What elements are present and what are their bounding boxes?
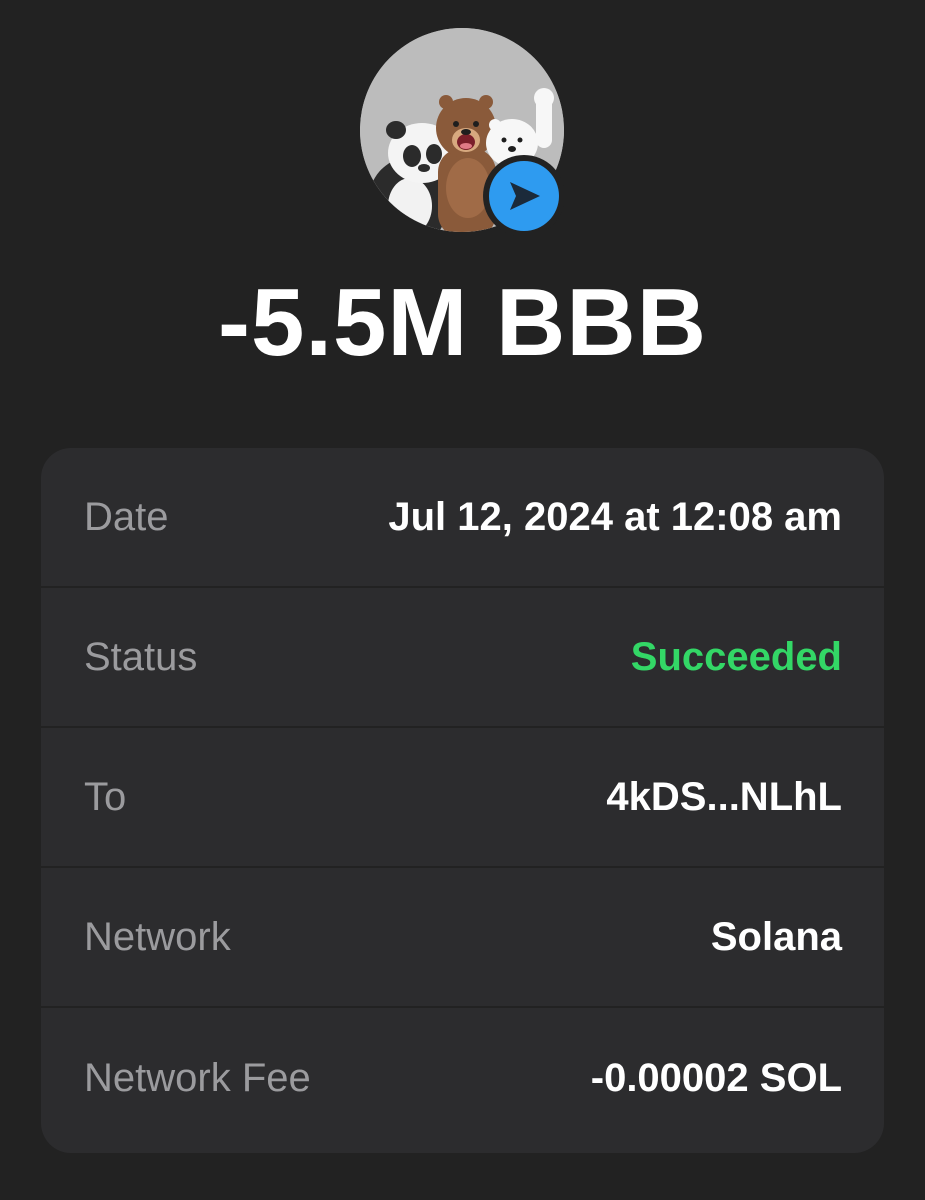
- to-label: To: [84, 774, 127, 819]
- transaction-details-card: Date Jul 12, 2024 at 12:08 am Status Suc…: [41, 448, 884, 1153]
- status-value: Succeeded: [630, 634, 842, 679]
- detail-row-date: Date Jul 12, 2024 at 12:08 am: [41, 448, 884, 588]
- token-avatar: [360, 28, 566, 237]
- send-arrow-icon: [489, 161, 559, 231]
- detail-row-to[interactable]: To 4kDS...NLhL: [41, 728, 884, 868]
- date-value: Jul 12, 2024 at 12:08 am: [388, 494, 842, 539]
- date-label: Date: [84, 494, 169, 539]
- to-address-value[interactable]: 4kDS...NLhL: [606, 775, 842, 820]
- detail-row-network-fee: Network Fee -0.00002 SOL: [41, 1008, 884, 1148]
- detail-row-network: Network Solana: [41, 868, 884, 1008]
- status-label: Status: [84, 634, 198, 679]
- detail-row-status: Status Succeeded: [41, 588, 884, 728]
- transaction-amount: -5.5M BBB: [217, 269, 708, 376]
- network-fee-label: Network Fee: [84, 1055, 311, 1100]
- network-value: Solana: [710, 914, 842, 959]
- network-fee-value: -0.00002 SOL: [590, 1055, 842, 1100]
- network-label: Network: [84, 914, 231, 959]
- send-badge: [483, 155, 565, 237]
